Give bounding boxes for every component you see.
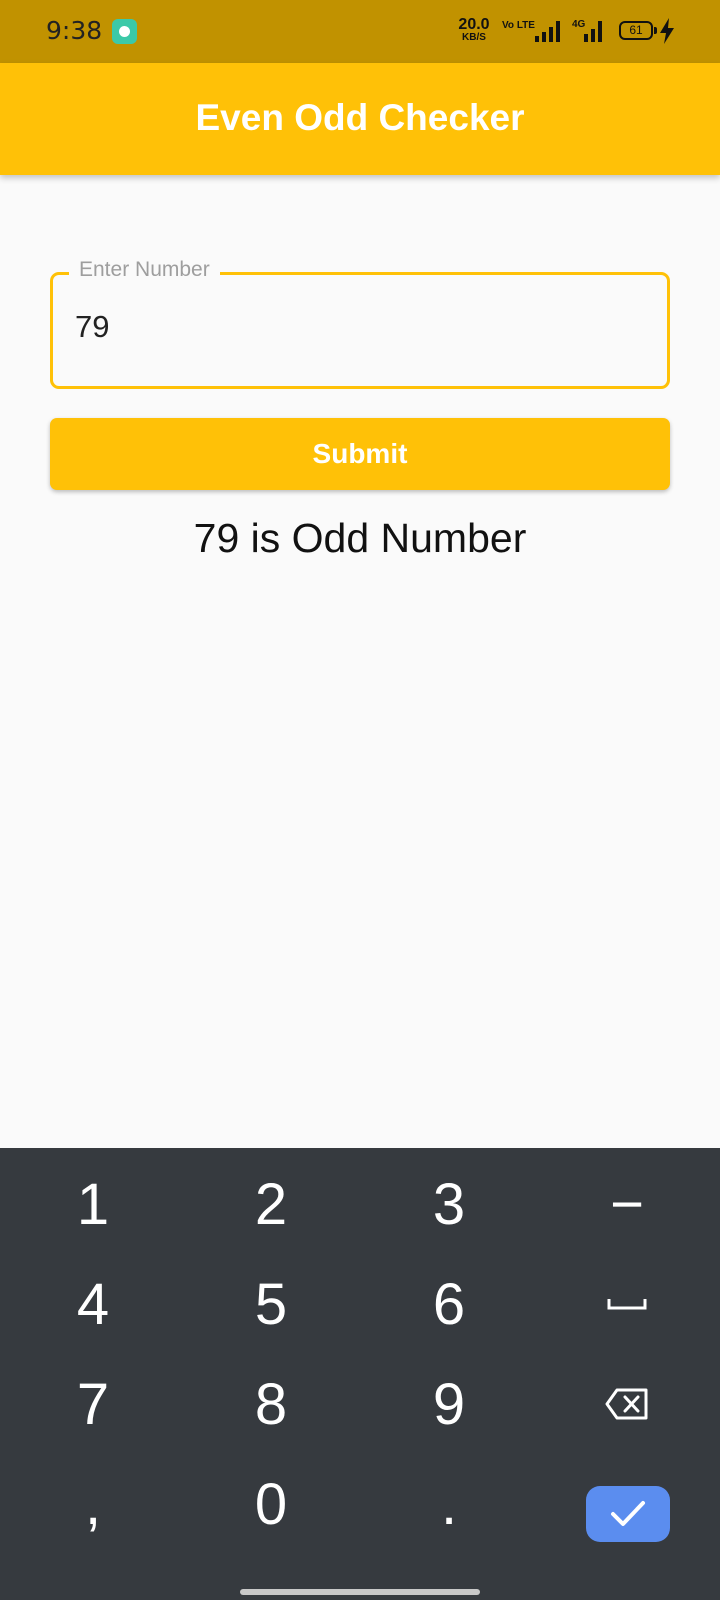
key-8[interactable]: 8 <box>182 1354 360 1454</box>
number-input-label: Enter Number <box>69 258 220 282</box>
page-title: Even Odd Checker <box>195 97 525 138</box>
key-1[interactable]: 1 <box>4 1154 182 1254</box>
key-7[interactable]: 7 <box>4 1354 182 1454</box>
space-icon <box>607 1299 647 1310</box>
backspace-icon <box>605 1388 648 1420</box>
key-space[interactable] <box>538 1254 716 1354</box>
app-bar: Even Odd Checker <box>0 63 720 175</box>
network-speed: 20.0 KB/S <box>456 17 492 43</box>
key-comma[interactable]: , <box>4 1454 182 1554</box>
number-input-value[interactable]: 79 <box>75 309 109 345</box>
network-speed-value: 20.0 <box>458 16 490 33</box>
key-period[interactable]: . <box>360 1454 538 1554</box>
signal-icon <box>535 20 560 42</box>
key-5[interactable]: 5 <box>182 1254 360 1354</box>
gesture-nav-handle[interactable] <box>240 1589 480 1595</box>
network-speed-unit: KB/S <box>462 32 486 43</box>
key-9[interactable]: 9 <box>360 1354 538 1454</box>
key-6[interactable]: 6 <box>360 1254 538 1354</box>
numeric-keyboard: 1 2 3 − 4 5 6 7 8 9 , 0 . <box>0 1148 720 1600</box>
app-notification-icon <box>112 19 137 44</box>
key-3[interactable]: 3 <box>360 1154 538 1254</box>
result-text: 79 is Odd Number <box>193 515 527 561</box>
battery-icon: 61 <box>619 21 657 40</box>
key-0[interactable]: 0 <box>182 1454 360 1554</box>
signal-icon <box>584 20 602 42</box>
submit-button[interactable]: Submit <box>50 418 670 490</box>
key-backspace[interactable] <box>538 1354 716 1454</box>
done-button[interactable] <box>586 1486 670 1542</box>
key-minus[interactable]: − <box>538 1154 716 1254</box>
status-bar: 9:38 20.0 KB/S Vo LTE 4G 61 <box>0 0 720 63</box>
key-4[interactable]: 4 <box>4 1254 182 1354</box>
key-2[interactable]: 2 <box>182 1154 360 1254</box>
number-input[interactable]: Enter Number 79 <box>50 258 670 389</box>
charging-bolt-icon <box>660 18 674 44</box>
volte-label: Vo LTE <box>502 20 535 31</box>
checkmark-icon <box>611 1501 645 1526</box>
status-time: 9:38 <box>46 16 103 45</box>
